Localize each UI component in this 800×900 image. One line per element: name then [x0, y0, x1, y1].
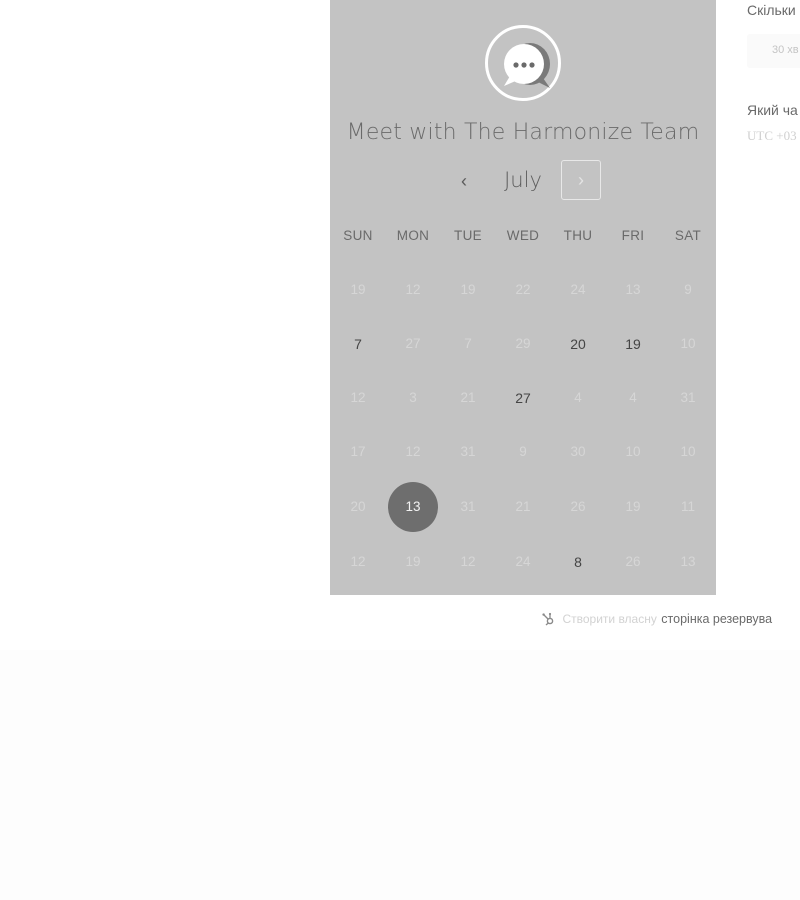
calendar-day: 12 [405, 444, 421, 459]
footer-branding: Створити власну сторінка резервува [541, 610, 800, 628]
calendar-day: 9 [684, 282, 692, 297]
booking-details: Скільки 30 хв Який ча UTC +03 [747, 0, 800, 160]
calendar-day: 11 [680, 499, 695, 514]
duration-selector[interactable]: 30 хв [747, 34, 800, 68]
calendar-day: 26 [625, 554, 641, 569]
calendar-day: 31 [460, 499, 476, 514]
calendar-day: 13 [680, 554, 696, 569]
duration-question: Скільки [747, 2, 796, 18]
calendar-day: 10 [625, 444, 641, 459]
calendar-day: 7 [464, 336, 472, 351]
footer-prefix-text: Створити власну [562, 611, 657, 626]
create-booking-page-link[interactable]: сторінка резервува [661, 612, 772, 626]
calendar-day: 19 [625, 499, 641, 514]
calendar-day: 13 [625, 282, 641, 297]
calendar-days-grid: 19 12 19 22 24 13 9 7 27 7 29 20 19 10 12 3 21 27 4 4 31 17 12… [330, 0, 716, 595]
selected-day[interactable]: 13 [388, 482, 438, 532]
calendar-day: 19 [350, 282, 366, 297]
hubspot-sprocket-icon [542, 612, 554, 626]
calendar-day: 19 [460, 282, 476, 297]
calendar-day: 31 [460, 444, 476, 459]
calendar-day: 21 [460, 390, 476, 405]
calendar-day: 10 [680, 444, 696, 459]
calendar-day: 24 [515, 554, 531, 569]
calendar-day: 12 [350, 554, 366, 569]
calendar-day: 22 [515, 282, 531, 297]
calendar-day: 21 [515, 499, 531, 514]
calendar-day: 30 [570, 444, 586, 459]
calendar-day: 31 [680, 390, 696, 405]
calendar-day: 27 [405, 336, 421, 351]
calendar-panel: Meet with The Harmonize Team ‹ July › SU… [330, 0, 716, 595]
calendar-day: 19 [405, 554, 421, 569]
calendar-day[interactable]: 19 [613, 332, 653, 356]
calendar-day[interactable]: 20 [558, 332, 598, 356]
calendar-day: 9 [519, 444, 527, 459]
calendar-day: 12 [350, 390, 366, 405]
calendar-day: 24 [570, 282, 586, 297]
calendar-day: 4 [574, 390, 582, 405]
page-footer-area [0, 650, 800, 900]
calendar-day: 12 [460, 554, 476, 569]
calendar-day: 10 [680, 336, 696, 351]
timezone-label[interactable]: UTC +03 [747, 128, 797, 144]
duration-value: 30 хв [772, 44, 799, 56]
time-question: Який ча [747, 102, 798, 118]
calendar-day: 17 [350, 444, 366, 459]
calendar-day: 3 [409, 390, 417, 405]
calendar-day: 29 [515, 336, 531, 351]
calendar-day: 26 [570, 499, 586, 514]
calendar-day: 12 [405, 282, 421, 297]
calendar-day[interactable]: 7 [338, 332, 378, 356]
calendar-day[interactable]: 8 [558, 550, 598, 574]
calendar-day: 20 [350, 499, 366, 514]
calendar-day: 4 [629, 390, 637, 405]
calendar-day[interactable]: 27 [503, 386, 543, 410]
